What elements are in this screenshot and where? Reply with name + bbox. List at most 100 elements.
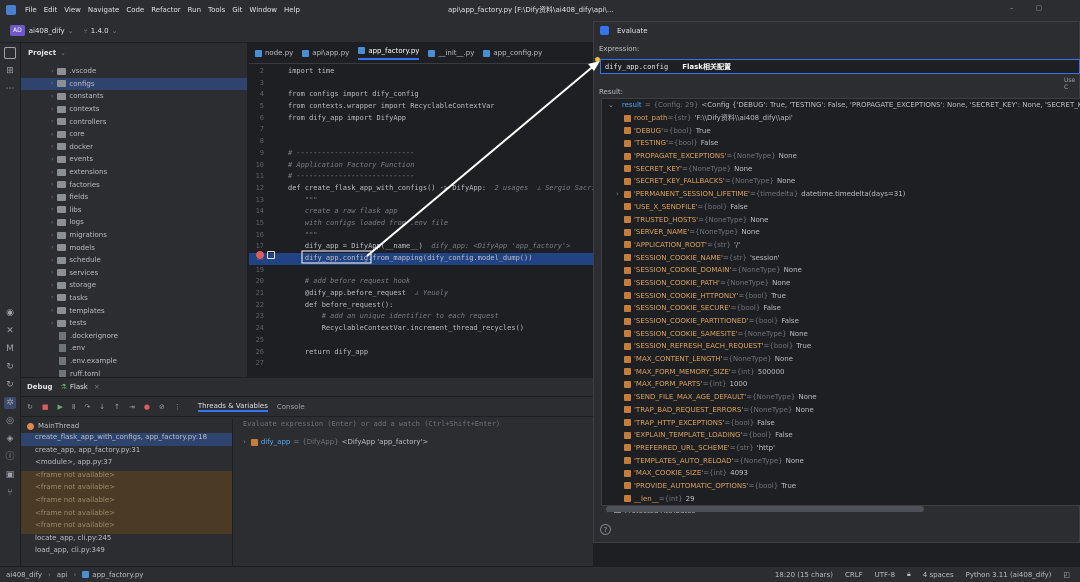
tree-item[interactable]: › .vscode — [21, 65, 247, 78]
git-icon[interactable]: ⑂ — [4, 487, 16, 499]
chevron-right-icon[interactable]: › — [51, 181, 53, 188]
result-item[interactable]: 'MAX_FORM_MEMORY_SIZE' = {int} 500000 — [602, 365, 1080, 378]
result-item[interactable]: 'TRUSTED_HOSTS' = {NoneType} None — [602, 213, 1080, 226]
rerun-icon[interactable]: ↻ — [27, 403, 33, 411]
chevron-right-icon[interactable]: › — [51, 257, 53, 264]
tab-app-factory-py[interactable]: app_factory.py — [358, 47, 420, 60]
tree-item[interactable]: › docker — [21, 141, 247, 154]
tab-api-app-py[interactable]: api\app.py — [302, 49, 349, 57]
services-icon[interactable]: ◎ — [4, 415, 16, 427]
tree-item[interactable]: › schedule — [21, 254, 247, 267]
tab-threads-variables[interactable]: Threads & Variables — [197, 402, 268, 412]
tree-item[interactable]: › configs — [21, 77, 247, 91]
result-item[interactable]: 'PROPAGATE_EXCEPTIONS' = {NoneType} None — [602, 150, 1080, 163]
run-to-cursor-icon[interactable]: ⇥ — [129, 403, 135, 411]
breakpoint-icon[interactable] — [256, 251, 264, 259]
result-item[interactable]: › 'PERMANENT_SESSION_LIFETIME' = {timedel… — [602, 188, 1080, 201]
mute-icon[interactable]: ⊘ — [159, 403, 165, 411]
chevron-right-icon[interactable]: › — [51, 156, 53, 163]
chevron-right-icon[interactable]: › — [243, 438, 246, 446]
tab-node-py[interactable]: node.py — [255, 49, 293, 57]
tree-item[interactable]: › templates — [21, 304, 247, 317]
result-item[interactable]: 'APPLICATION_ROOT' = {str} '/' — [602, 239, 1080, 252]
minimize-icon[interactable]: – — [1010, 4, 1014, 12]
stack-frame[interactable]: <module>, app.py:37 — [21, 458, 232, 471]
chevron-right-icon[interactable]: › — [51, 131, 53, 138]
horizontal-scrollbar[interactable] — [606, 506, 924, 512]
line-endings[interactable]: CRLF — [845, 571, 863, 579]
thread-name[interactable]: MainThread — [38, 422, 79, 430]
result-item[interactable]: 'SECRET_KEY' = {NoneType} None — [602, 162, 1080, 175]
result-item[interactable]: 'DEBUG' = {bool} True — [602, 124, 1080, 137]
tree-item[interactable]: › libs — [21, 204, 247, 217]
stack-frame[interactable]: <frame not available> — [21, 495, 232, 509]
project-name[interactable]: ai408_dify — [29, 27, 65, 35]
step-out-icon[interactable]: ↑ — [114, 403, 120, 411]
stop-icon[interactable]: ■ — [42, 403, 49, 411]
result-item[interactable]: 'MAX_COOKIE_SIZE' = {int} 4093 — [602, 467, 1080, 480]
problems-icon[interactable]: ⓘ — [4, 451, 16, 463]
terminal-icon[interactable]: ▣ — [4, 469, 16, 481]
file-encoding[interactable]: UTF-8 — [875, 571, 895, 579]
resume-icon[interactable]: ▶ — [58, 403, 63, 411]
stack-frame[interactable]: <frame not available> — [21, 521, 232, 534]
chevron-right-icon[interactable]: › — [51, 194, 53, 201]
chevron-right-icon[interactable]: › — [51, 294, 53, 301]
tree-item[interactable]: › storage — [21, 279, 247, 292]
stack-frame[interactable]: <frame not available> — [21, 470, 232, 484]
folder-icon[interactable] — [4, 47, 16, 59]
menu-item-edit[interactable]: Edit — [44, 6, 58, 14]
chevron-right-icon[interactable]: › — [51, 106, 53, 113]
interpreter[interactable]: Python 3.11 (ai408_dify) — [966, 571, 1052, 579]
structure-icon[interactable]: ⊞ — [4, 65, 16, 77]
menu-item-code[interactable]: Code — [126, 6, 144, 14]
maximize-icon[interactable]: ▢ — [1036, 4, 1043, 12]
chevron-right-icon[interactable]: › — [51, 80, 53, 87]
menu-item-tools[interactable]: Tools — [208, 6, 225, 14]
tree-item[interactable]: › contexts — [21, 103, 247, 116]
lock-icon[interactable]: 🔒︎ — [907, 570, 911, 579]
stack-frame[interactable]: create_flask_app_with_configs, app_facto… — [21, 433, 232, 446]
chevron-down-icon[interactable]: ⌄ — [60, 49, 66, 57]
tree-item[interactable]: › migrations — [21, 229, 247, 242]
menu-item-file[interactable]: File — [25, 6, 37, 14]
chevron-right-icon[interactable]: › — [616, 190, 619, 198]
menu-item-git[interactable]: Git — [232, 6, 242, 14]
debug-icon[interactable]: ✲ — [4, 397, 16, 409]
tree-item[interactable]: .env.example — [21, 355, 247, 368]
indent-setting[interactable]: 4 spaces — [923, 571, 954, 579]
result-item[interactable]: 'SESSION_COOKIE_PATH' = {NoneType} None — [602, 277, 1080, 290]
help-icon[interactable]: ? — [600, 524, 611, 535]
chevron-right-icon[interactable]: › — [51, 269, 53, 276]
crumb-project[interactable]: ai408_dify — [6, 571, 42, 579]
database-icon[interactable]: ◉ — [4, 307, 16, 319]
result-item[interactable]: 'TESTING' = {bool} False — [602, 137, 1080, 150]
result-item[interactable]: 'TEMPLATES_AUTO_RELOAD' = {NoneType} None — [602, 454, 1080, 467]
tab-console[interactable]: Console — [277, 403, 305, 411]
tab-flask[interactable]: Flask — [70, 383, 88, 391]
result-item[interactable]: 'SESSION_COOKIE_PARTITIONED' = {bool} Fal… — [602, 315, 1080, 328]
branch-name[interactable]: 1.4.0 — [91, 27, 109, 35]
chevron-right-icon[interactable]: › — [51, 68, 53, 75]
chevron-right-icon[interactable]: › — [51, 206, 53, 213]
ml-icon[interactable]: M — [4, 343, 16, 355]
chevron-down-icon[interactable]: ⌄ — [68, 27, 74, 35]
code-area[interactable]: 2 import time 3 4 from configs import dify_c… — [249, 64, 625, 370]
chevron-right-icon[interactable]: › — [51, 244, 53, 251]
packages-icon[interactable]: ◈ — [4, 433, 16, 445]
chevron-right-icon[interactable]: › — [51, 93, 53, 100]
use-label[interactable]: Use C — [1064, 77, 1079, 91]
tree-item[interactable]: › tasks — [21, 292, 247, 305]
crumb-file[interactable]: app_factory.py — [92, 571, 143, 579]
result-item[interactable]: 'SESSION_COOKIE_NAME' = {str}'session' — [602, 251, 1080, 264]
menu-item-run[interactable]: Run — [188, 6, 201, 14]
panel-title[interactable]: Project — [28, 49, 56, 57]
tree-item[interactable]: › extensions — [21, 166, 247, 179]
result-item[interactable]: 'USE_X_SENDFILE' = {bool} False — [602, 201, 1080, 214]
result-item[interactable]: 'TRAP_BAD_REQUEST_ERRORS' = {NoneType} No… — [602, 404, 1080, 417]
chevron-right-icon[interactable]: › — [51, 143, 53, 150]
chevron-right-icon[interactable]: › — [51, 219, 53, 226]
tree-item[interactable]: › models — [21, 241, 247, 254]
tree-item[interactable]: › events — [21, 153, 247, 166]
tree-item[interactable]: › logs — [21, 216, 247, 229]
